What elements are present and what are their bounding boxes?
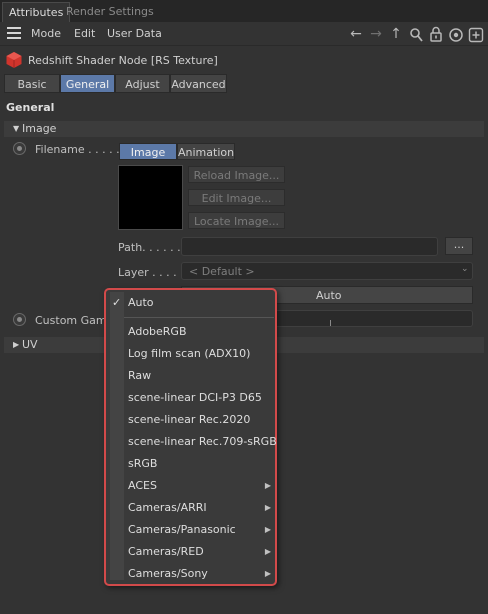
color-space-value: Auto bbox=[316, 289, 342, 302]
dropdown-separator bbox=[124, 317, 274, 318]
tab-adjust[interactable]: Adjust bbox=[115, 74, 170, 93]
tab-general[interactable]: General bbox=[60, 74, 115, 93]
collapse-triangle-icon[interactable]: ▼ bbox=[13, 124, 19, 133]
group-image-header[interactable] bbox=[4, 121, 484, 137]
image-tab-button[interactable]: Image bbox=[119, 143, 177, 160]
layer-value: < Default > bbox=[189, 265, 255, 278]
dropdown-item-label: Cameras/Panasonic bbox=[128, 523, 236, 536]
dropdown-item-label: scene-linear Rec.709-sRGB bbox=[128, 435, 277, 448]
dropdown-item[interactable]: Cameras/ARRI ▶ bbox=[110, 497, 273, 519]
dropdown-item-label: scene-linear DCI-P3 D65 bbox=[128, 391, 262, 404]
browse-path-button[interactable]: ... bbox=[445, 237, 473, 255]
slider-tick bbox=[330, 320, 331, 326]
dropdown-item-label: Cameras/RED bbox=[128, 545, 204, 558]
dropdown-item-label: Raw bbox=[128, 369, 152, 382]
chevron-down-icon: ⌄ bbox=[461, 264, 469, 274]
submenu-arrow-icon: ▶ bbox=[264, 547, 271, 556]
dropdown-item-label: scene-linear Rec.2020 bbox=[128, 413, 251, 426]
dropdown-item-label: Cameras/ARRI bbox=[128, 501, 207, 514]
submenu-arrow-icon: ▶ bbox=[264, 569, 271, 578]
path-label: Path. . . . . . bbox=[118, 241, 181, 254]
dropdown-item-label: Log film scan (ADX10) bbox=[128, 347, 251, 360]
reload-image-button[interactable]: Reload Image... bbox=[188, 166, 285, 183]
redshift-node-icon bbox=[5, 51, 23, 69]
dropdown-item[interactable]: Cameras/Sony ▶ bbox=[110, 563, 273, 585]
dropdown-item[interactable]: Cameras/Panasonic ▶ bbox=[110, 519, 273, 541]
arrow-up-icon[interactable]: ↑ bbox=[388, 26, 404, 42]
lock-icon[interactable] bbox=[429, 26, 443, 42]
filename-keyframe-radio[interactable] bbox=[13, 142, 26, 155]
dropdown-item[interactable]: sRGB bbox=[110, 453, 273, 475]
section-title-general: General bbox=[6, 101, 55, 114]
dropdown-item-label: Auto bbox=[128, 296, 154, 309]
submenu-arrow-icon: ▶ bbox=[264, 481, 271, 490]
checkmark-icon: ✓ bbox=[112, 296, 122, 309]
image-preview bbox=[118, 165, 183, 230]
dropdown-item-label: sRGB bbox=[128, 457, 158, 470]
dropdown-item[interactable]: scene-linear DCI-P3 D65 bbox=[110, 387, 273, 409]
target-icon[interactable] bbox=[448, 27, 464, 43]
tab-basic[interactable]: Basic bbox=[4, 74, 60, 93]
dropdown-item-label: Cameras/Sony bbox=[128, 567, 208, 580]
dropdown-item[interactable]: Raw bbox=[110, 365, 273, 387]
dropdown-item[interactable]: AdobeRGB bbox=[110, 321, 273, 343]
filename-label: Filename . . . . . bbox=[35, 143, 120, 156]
color-space-dropdown: ✓ Auto AdobeRGB Log film scan (ADX10) Raw s… bbox=[104, 288, 277, 586]
group-image-label: Image bbox=[22, 122, 57, 135]
tab-advanced[interactable]: Advanced bbox=[170, 74, 227, 93]
custom-gamma-keyframe-radio[interactable] bbox=[13, 313, 26, 326]
submenu-arrow-icon: ▶ bbox=[264, 503, 271, 512]
hamburger-menu-icon[interactable] bbox=[7, 27, 21, 39]
locate-image-button[interactable]: Locate Image... bbox=[188, 212, 285, 229]
dropdown-item[interactable]: Cameras/RED ▶ bbox=[110, 541, 273, 563]
dropdown-item[interactable]: ACES ▶ bbox=[110, 475, 273, 497]
arrow-forward-icon[interactable]: → bbox=[368, 26, 384, 42]
node-title: Redshift Shader Node [RS Texture] bbox=[28, 54, 218, 67]
submenu-arrow-icon: ▶ bbox=[264, 525, 271, 534]
menu-edit[interactable]: Edit bbox=[74, 27, 95, 40]
add-icon[interactable] bbox=[468, 27, 484, 43]
layer-label: Layer . . . . . bbox=[118, 266, 184, 279]
menu-user-data[interactable]: User Data bbox=[107, 27, 162, 40]
dropdown-item-label: AdobeRGB bbox=[128, 325, 187, 338]
dropdown-item[interactable]: scene-linear Rec.709-sRGB bbox=[110, 431, 277, 453]
arrow-back-icon[interactable]: ← bbox=[348, 26, 364, 42]
tab-render-settings[interactable]: Render Settings bbox=[60, 2, 160, 22]
group-uv-label: UV bbox=[22, 338, 38, 351]
dropdown-item-label: ACES bbox=[128, 479, 157, 492]
dropdown-item[interactable]: scene-linear Rec.2020 bbox=[110, 409, 273, 431]
animation-tab-button[interactable]: Animation bbox=[177, 143, 235, 160]
expand-triangle-icon[interactable]: ▶ bbox=[13, 340, 19, 349]
search-icon[interactable] bbox=[409, 27, 423, 43]
dropdown-item[interactable]: Log film scan (ADX10) bbox=[110, 343, 273, 365]
edit-image-button[interactable]: Edit Image... bbox=[188, 189, 285, 206]
path-input[interactable] bbox=[181, 237, 438, 256]
menu-mode[interactable]: Mode bbox=[31, 27, 61, 40]
dropdown-item-auto[interactable]: ✓ Auto bbox=[110, 292, 273, 314]
